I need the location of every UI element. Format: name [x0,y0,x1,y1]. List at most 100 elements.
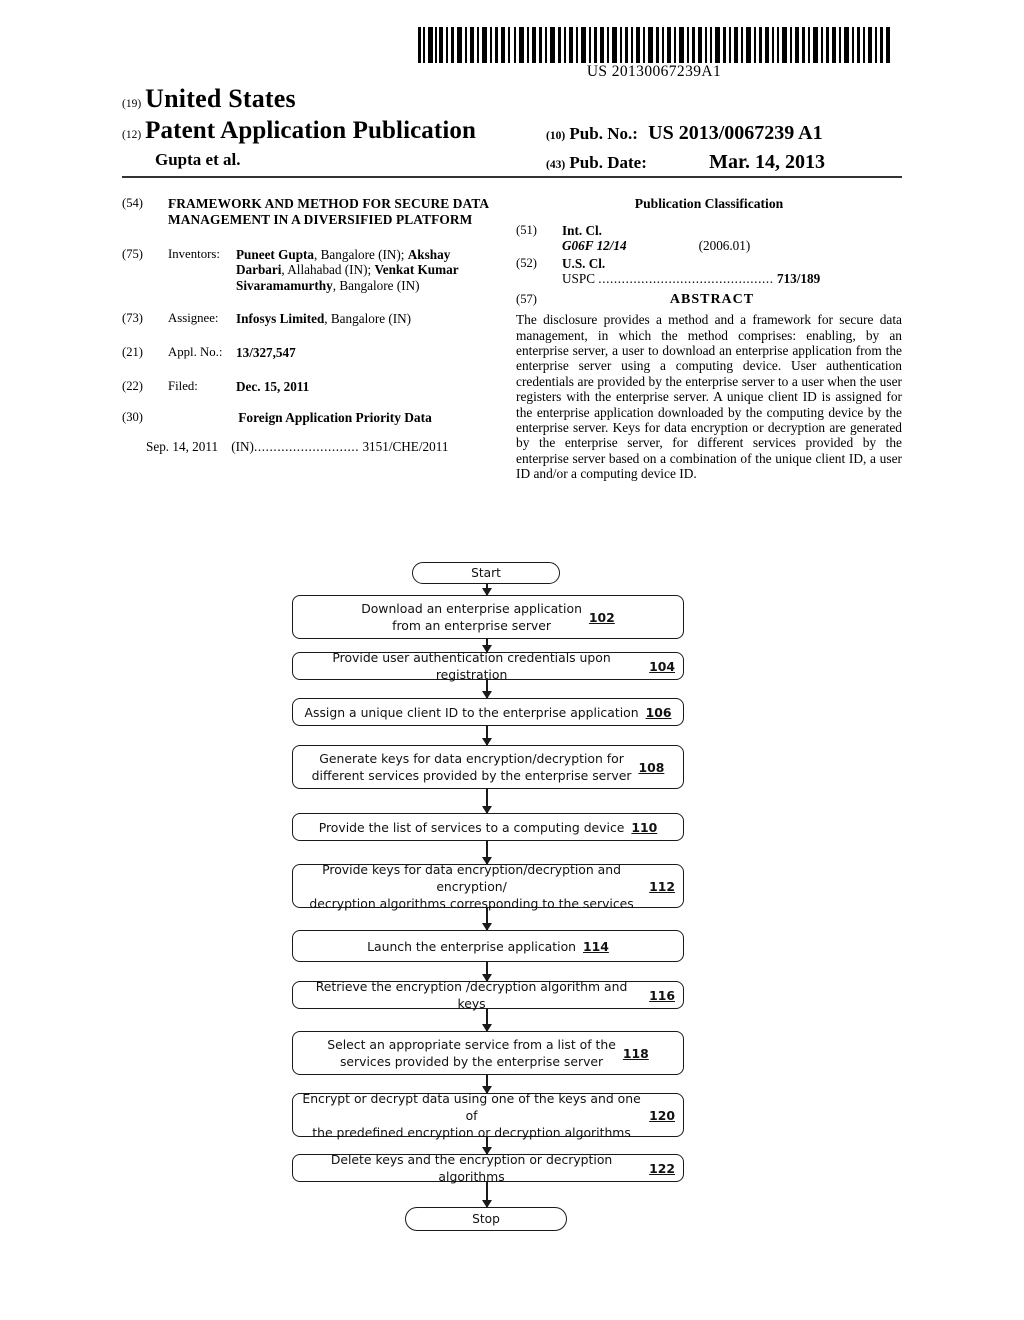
header-divider [122,176,902,178]
int-cl-version: (2006.01) [698,238,751,254]
flowchart-step-110-ref: 110 [631,819,658,835]
invention-title: FRAMEWORK AND METHOD FOR SECURE DATA MAN… [168,196,489,227]
assignee-label: Assignee: [168,310,219,325]
flowchart-step-102: Download an enterprise application from … [292,595,684,639]
inid-30: (30) [122,410,143,425]
int-cl-label: Int. Cl. [562,223,602,239]
flowchart-arrow-6 [482,908,492,931]
flowchart-arrow-0 [482,584,492,596]
foreign-priority-dots: ........................... [253,438,360,454]
int-cl-block: Int. Cl. G06F 12/14 (2006.01) [562,223,902,253]
field-inventors: (75) Inventors: Puneet Gupta, Bangalore … [122,247,502,293]
flowchart-step-122: Delete keys and the encryption or decryp… [292,1152,684,1184]
us-cl-block: U.S. Cl. USPC ..........................… [562,256,902,286]
field-us-cl: (52) U.S. Cl. USPC .....................… [516,256,902,286]
inid-10: (10) [546,130,566,142]
field-assignee: (73) Assignee: Infosys Limited, Bangalor… [122,311,502,326]
flowchart-start-label: Start [471,565,501,580]
foreign-priority-number: 3151/CHE/2011 [362,438,449,454]
flowchart-arrow-4 [482,789,492,814]
filed-value: Dec. 15, 2011 [236,379,310,395]
flowchart-step-112: Provide keys for data encryption/decrypt… [292,862,684,911]
barcode [418,27,890,63]
flowchart-step-120: Encrypt or decrypt data using one of the… [292,1091,684,1140]
inventor-loc-1: , Bangalore (IN); [314,247,408,263]
assignee-name: Infosys Limited [236,310,325,326]
flowchart-step-122-text: Delete keys and the encryption or decryp… [330,1152,613,1184]
flowchart-arrow-8 [482,1009,492,1032]
flowchart-start-node: Start [412,562,560,584]
country-name: United States [145,84,296,113]
flowchart-step-104-text: Provide user authentication credentials … [332,650,611,682]
flowchart-step-114: Launch the enterprise application 114 [292,930,684,962]
inventors-label: Inventors: [168,247,220,262]
inventor-loc-2: , Allahabad (IN); [281,262,375,278]
assignee-value: Infosys Limited, Bangalore (IN) [236,311,502,326]
flowchart-step-106-text: Assign a unique client ID to the enterpr… [304,704,639,720]
abstract-heading: ABSTRACT [669,292,755,308]
flowchart-step-114-text: Launch the enterprise application [367,938,577,954]
us-cl-label: U.S. Cl. [562,255,606,271]
flowchart-step-106-ref: 106 [645,704,672,720]
publication-classification-heading: Publication Classification [634,196,784,211]
flowchart-step-118-text: Select an appropriate service from a lis… [327,1037,616,1069]
uspc-dots: ........................................… [598,270,774,286]
flowchart-step-118: Select an appropriate service from a lis… [292,1031,684,1075]
field-int-cl: (51) Int. Cl. G06F 12/14 (2006.01) [516,223,902,253]
inid-19: (19) [122,98,142,110]
flowchart-step-104-ref: 104 [649,658,675,674]
flowchart-step-108: Generate keys for data encryption/decryp… [292,745,684,789]
flowchart-step-102-ref: 102 [588,609,615,625]
uspc-value: 713/189 [776,270,821,286]
flowchart-step-108-ref: 108 [638,759,665,775]
uspc-row: USPC ...................................… [562,271,902,286]
flowchart-step-112-text: Provide keys for data encryption/decrypt… [309,861,634,911]
filed-label: Filed: [168,379,198,394]
field-filed: (22) Filed: Dec. 15, 2011 [122,379,502,394]
flowchart-step-108-text: Generate keys for data encryption/decryp… [311,751,632,783]
doc-type: Patent Application Publication [145,117,476,144]
flowchart-step-120-ref: 120 [649,1107,675,1123]
flowchart-arrow-11 [482,1182,492,1208]
uspc-sub-label: USPC [562,270,595,286]
inid-22: (22) [122,379,143,394]
pub-no-line: (10) Pub. No.: US 2013/0067239 A1 [546,122,823,145]
inventor-loc-3: , Bangalore (IN) [332,277,420,293]
flowchart-step-116-text: Retrieve the encryption /decryption algo… [315,979,628,1011]
foreign-priority-date: Sep. 14, 2011 [146,438,219,454]
foreign-priority-heading: Foreign Application Priority Data [238,410,432,426]
inid-73: (73) [122,310,143,325]
int-cl-row: G06F 12/14 (2006.01) [562,238,902,253]
inid-21: (21) [122,345,143,359]
flowchart-step-118-ref: 118 [622,1045,649,1061]
field-foreign-priority: (30) Foreign Application Priority Data S… [122,410,502,453]
flowchart-arrow-3 [482,726,492,746]
flowchart-arrow-2 [482,680,492,699]
field-title: (54) FRAMEWORK AND METHOD FOR SECURE DAT… [122,196,502,227]
barcode-number: US 20130067239A1 [586,63,722,80]
country-line: (19) United States [122,84,296,114]
inid-57: (57) [516,292,537,307]
inventors-list: Puneet Gupta, Bangalore (IN); Akshay Dar… [236,247,502,293]
int-cl-symbol: G06F 12/14 [562,238,627,254]
document-header: (19) United States (12) Patent Applicati… [122,84,902,173]
bibliographic-right-column: Publication Classification (51) Int. Cl.… [516,196,902,482]
inid-12: (12) [122,129,142,141]
flowchart-step-102-text: Download an enterprise application from … [361,601,582,633]
appl-no-value: 13/327,547 [236,345,296,360]
foreign-priority-country: (IN) [231,438,254,454]
pub-date-value: Mar. 14, 2013 [709,151,826,173]
pub-no-label: Pub. No.: [569,124,638,143]
flowchart-step-110: Provide the list of services to a comput… [292,813,684,841]
appl-no-label: Appl. No.: [168,345,223,359]
inid-52: (52) [516,255,537,270]
inid-54: (54) [122,196,143,210]
inid-75: (75) [122,247,143,262]
pub-no-value: US 2013/0067239 A1 [648,122,823,144]
process-flowchart: Start Download an enterprise application… [0,555,1024,1275]
foreign-priority-row: Sep. 14, 2011 (IN)......................… [146,439,502,454]
inventor-name-1: Puneet Gupta [236,247,315,263]
flowchart-step-110-text: Provide the list of services to a comput… [318,819,625,835]
flowchart-step-116-ref: 116 [649,987,675,1003]
assignee-location: , Bangalore (IN) [324,310,412,326]
